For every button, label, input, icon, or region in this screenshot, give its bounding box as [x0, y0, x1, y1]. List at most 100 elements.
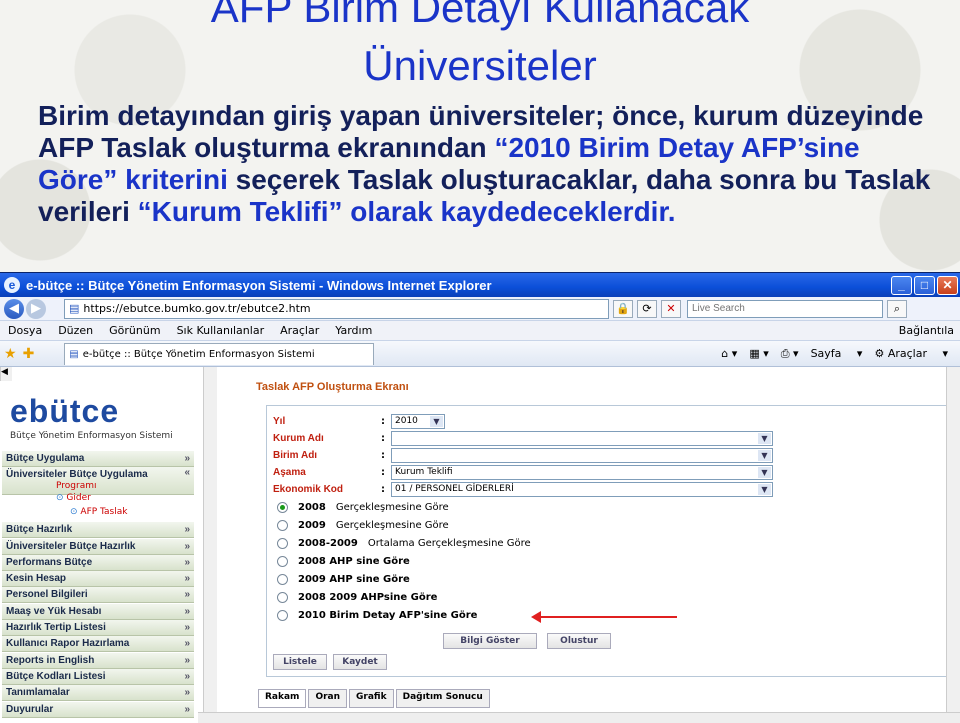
- page-menu[interactable]: Sayfa ▾: [811, 347, 863, 360]
- tab-row: ★ ✚ ▤ e-bütçe :: Bütçe Yönetim Enformasyo…: [0, 341, 960, 367]
- sidebar-item-reports-english[interactable]: Reports in English»: [2, 653, 194, 669]
- refresh-icon[interactable]: ⟳: [637, 299, 657, 318]
- links-label[interactable]: Bağlantıla: [899, 324, 954, 337]
- command-bar: ⌂ ▾ ▦ ▾ ⎙ ▾ Sayfa ▾ ⚙ Araçlar ▾: [721, 347, 960, 361]
- menu-edit[interactable]: Düzen: [58, 324, 93, 337]
- slide-title-line1: AFP Birim Detayı Kullanacak: [210, 0, 750, 31]
- menu-favorites[interactable]: Sık Kullanılanlar: [177, 324, 265, 337]
- add-favorite-icon[interactable]: ✚: [23, 346, 35, 362]
- radio-2010-birim-detay[interactable]: 2010 Birim Detay AFP'sine Göre: [277, 610, 487, 621]
- radio-dot[interactable]: [277, 610, 288, 621]
- radio-2008-2009[interactable]: 2008-2009 Ortalama Gerçekleşmesine Göre: [277, 538, 531, 549]
- sidebar-item-butce-kodlari[interactable]: Bütçe Kodları Listesi»: [2, 669, 194, 685]
- minimize-button[interactable]: _: [891, 275, 912, 295]
- sidebar-item-hazirlik-tertip[interactable]: Hazırlık Tertip Listesi»: [2, 620, 194, 636]
- radio-2008-ahp[interactable]: 2008 AHP sine Göre: [277, 556, 420, 567]
- home-icon[interactable]: ⌂ ▾: [721, 347, 737, 360]
- sub-item-programi[interactable]: Programı: [56, 481, 96, 491]
- radio-dot[interactable]: [277, 502, 288, 513]
- sidebar-item-performans-butce[interactable]: Performans Bütçe»: [2, 555, 194, 571]
- search-icon[interactable]: ⌕: [887, 299, 907, 318]
- browser-window: e e-bütçe :: Bütçe Yönetim Enformasyon S…: [0, 272, 960, 723]
- radio-dot[interactable]: [277, 538, 288, 549]
- radio-dot[interactable]: [277, 520, 288, 531]
- sidebar-item-universiteler-butce-hazirlik[interactable]: Üniversiteler Bütçe Hazırlık»: [2, 539, 194, 555]
- back-icon[interactable]: ◀: [4, 298, 24, 319]
- chevron-down-icon: ▼: [758, 467, 771, 478]
- form-area: Taslak AFP Oluşturma Ekranı Yıl: 2010 ▼ K…: [222, 367, 960, 723]
- chevron-down-icon: ▼: [758, 450, 771, 461]
- radio-2008[interactable]: 2008 Gerçekleşmesine Göre: [277, 502, 449, 513]
- sidebar-scrollbar[interactable]: [203, 367, 217, 712]
- label-kurum-adi: Kurum Adı: [273, 433, 324, 444]
- asama-select[interactable]: Kurum Teklifi ▼: [391, 465, 773, 480]
- favorites-star-icon[interactable]: ★: [4, 346, 17, 362]
- sidebar-item-duyurular[interactable]: Duyurular»: [2, 702, 194, 718]
- label-ekonomik-kod: Ekonomik Kod: [273, 484, 344, 495]
- horizontal-scrollbar[interactable]: [198, 712, 960, 723]
- menu-file[interactable]: Dosya: [8, 324, 42, 337]
- sidebar-item-tanimlamalar[interactable]: Tanımlamalar»: [2, 685, 194, 701]
- radio-2009-ahp[interactable]: 2009 AHP sine Göre: [277, 574, 420, 585]
- bottom-tabs: Rakam Oran Grafik Dağıtım Sonucu: [258, 689, 492, 708]
- menu-help[interactable]: Yardım: [335, 324, 372, 337]
- tab-rakam[interactable]: Rakam: [258, 689, 307, 708]
- content-scrollbar[interactable]: [946, 367, 960, 712]
- close-button[interactable]: ✕: [937, 275, 958, 295]
- address-row: ◀ ▶ ▤ https://ebutce.bumko.gov.tr/ebutce2…: [0, 297, 960, 321]
- kaydet-button[interactable]: Kaydet: [333, 654, 387, 670]
- label-yil: Yıl: [273, 416, 286, 427]
- birim-adi-select[interactable]: ▼: [391, 448, 773, 463]
- sidebar-item-maas-yuk[interactable]: Maaş ve Yük Hesabı»: [2, 604, 194, 620]
- sidebar-item-universiteler-butce-uygulama[interactable]: Üniversiteler Bütçe Uygulama «: [2, 467, 194, 495]
- search-input[interactable]: [687, 299, 883, 318]
- radio-dot[interactable]: [277, 556, 288, 567]
- form-panel: Yıl: 2010 ▼ Kurum Adı: ▼ Birim Adı: ▼ Aşa…: [266, 405, 956, 677]
- tools-menu[interactable]: ⚙ Araçlar ▾: [874, 347, 948, 360]
- ebutce-logo: ebütce: [10, 393, 120, 429]
- tab-label: e-bütçe :: Bütçe Yönetim Enformasyon Sis…: [82, 348, 315, 360]
- radio-dot[interactable]: [277, 592, 288, 603]
- radio-2009[interactable]: 2009 Gerçekleşmesine Göre: [277, 520, 449, 531]
- browser-tab[interactable]: ▤ e-bütçe :: Bütçe Yönetim Enformasyon Si…: [64, 342, 375, 365]
- maximize-button[interactable]: □: [914, 275, 935, 295]
- tab-oran[interactable]: Oran: [308, 689, 348, 708]
- tab-page-icon: ▤: [69, 348, 79, 360]
- print-icon[interactable]: ⎙ ▾: [781, 347, 799, 361]
- stop-icon[interactable]: ✕: [661, 299, 681, 318]
- feeds-icon[interactable]: ▦ ▾: [749, 347, 768, 360]
- sidebar-item-kullanici-rapor[interactable]: Kullanıcı Rapor Hazırlama»: [2, 636, 194, 652]
- bilgi-goster-button[interactable]: Bilgi Göster: [443, 633, 537, 649]
- listele-button[interactable]: Listele: [273, 654, 327, 670]
- page-content: ◀ ebütce Bütçe Yönetim Enformasyon Siste…: [0, 367, 960, 723]
- yil-select[interactable]: 2010 ▼: [391, 414, 445, 429]
- colon: :: [381, 433, 385, 444]
- tab-grafik[interactable]: Grafik: [349, 689, 394, 708]
- pointer-arrow: [537, 616, 677, 618]
- sidebar-scroll-left-icon[interactable]: ◀: [0, 367, 12, 381]
- radio-2008-2009-ahp[interactable]: 2008 2009 AHPsine Göre: [277, 592, 447, 603]
- sidebar-item-butce-uygulama[interactable]: Bütçe Uygulama»: [2, 451, 194, 467]
- sub-item-afp-taslak[interactable]: ⊙ AFP Taslak: [70, 507, 127, 517]
- lock-icon[interactable]: 🔒: [613, 299, 633, 318]
- chevron-down-icon: ▼: [758, 484, 771, 495]
- menu-tools[interactable]: Araçlar: [280, 324, 319, 337]
- sidebar-item-personel-bilgileri[interactable]: Personel Bilgileri»: [2, 587, 194, 603]
- radio-dot[interactable]: [277, 574, 288, 585]
- logo-subtitle: Bütçe Yönetim Enformasyon Sistemi: [10, 431, 173, 441]
- sidebar-item-butce-hazirlik[interactable]: Bütçe Hazırlık»: [2, 522, 194, 538]
- menu-view[interactable]: Görünüm: [109, 324, 160, 337]
- ekonomik-kod-select[interactable]: 01 / PERSONEL GİDERLERİ ▼: [391, 482, 773, 497]
- address-bar[interactable]: ▤ https://ebutce.bumko.gov.tr/ebutce2.htm: [64, 298, 609, 319]
- kurum-adi-select[interactable]: ▼: [391, 431, 773, 446]
- chevron-down-icon: ▼: [430, 416, 443, 427]
- forward-icon[interactable]: ▶: [26, 298, 46, 319]
- tab-dagitim-sonucu[interactable]: Dağıtım Sonucu: [395, 689, 490, 708]
- sidebar: ◀ ebütce Bütçe Yönetim Enformasyon Siste…: [0, 367, 198, 723]
- sidebar-item-kesin-hesap[interactable]: Kesin Hesap»: [2, 571, 194, 587]
- sub-item-gider[interactable]: ⊙ Gider: [56, 493, 91, 503]
- olustur-button[interactable]: Olustur: [547, 633, 611, 649]
- colon: :: [381, 484, 385, 495]
- slide-paragraph: Birim detayından giriş yapan üniversitel…: [38, 100, 931, 227]
- title-bar: e e-bütçe :: Bütçe Yönetim Enformasyon S…: [0, 273, 960, 297]
